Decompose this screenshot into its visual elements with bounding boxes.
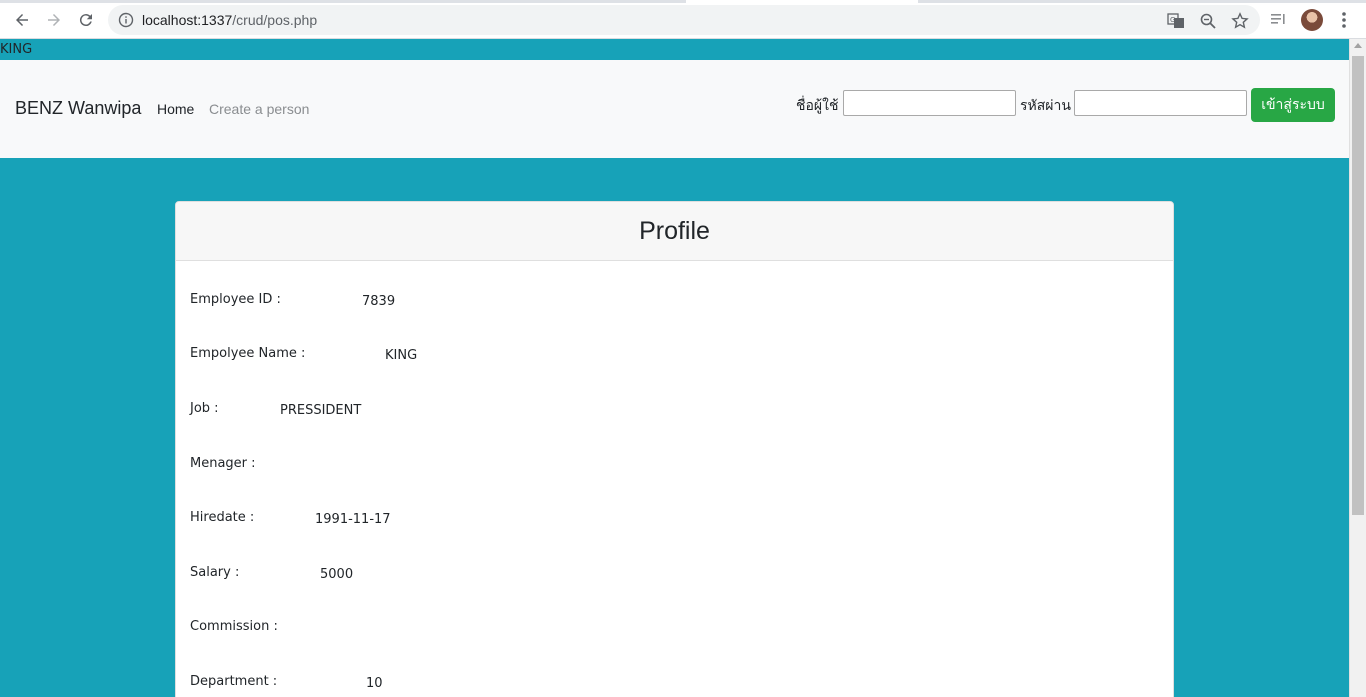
scroll-up-icon[interactable] xyxy=(1354,43,1362,48)
top-username-text: KING xyxy=(0,42,33,57)
page-content: KING BENZ Wanwipa Home Create a person ช… xyxy=(0,39,1349,697)
job-label: Job : xyxy=(190,401,219,416)
url-path: /crud/pos.php xyxy=(232,12,318,28)
url-text[interactable]: localhost:1337/crud/pos.php xyxy=(142,12,317,28)
translate-icon[interactable]: G xyxy=(1167,12,1185,30)
browser-toolbar: localhost:1337/crud/pos.php G xyxy=(0,0,1366,39)
profile-title: Profile xyxy=(639,216,710,245)
info-icon[interactable] xyxy=(118,12,134,28)
salary-value: 5000 xyxy=(320,567,354,582)
url-host: localhost:1337 xyxy=(142,12,233,28)
job-value: PRESSIDENT xyxy=(280,403,362,418)
back-icon[interactable] xyxy=(10,8,34,32)
username-label: ชื่อผู้ใช้ xyxy=(796,98,839,114)
hiredate-value: 1991-11-17 xyxy=(315,512,391,527)
profile-card: Profile Employee ID : 7839 Empolyee Name… xyxy=(175,201,1174,697)
svg-text:G: G xyxy=(1170,16,1175,24)
hiredate-label: Hiredate : xyxy=(190,510,255,525)
vertical-scrollbar[interactable] xyxy=(1349,39,1366,697)
employee-name-label: Empolyee Name : xyxy=(190,346,306,361)
password-input[interactable] xyxy=(1074,90,1247,116)
department-label: Department : xyxy=(190,674,278,689)
bookmark-star-icon[interactable] xyxy=(1231,12,1249,30)
employee-name-value: KING xyxy=(385,348,418,363)
nav-home-link[interactable]: Home xyxy=(157,101,194,117)
password-label: รหัสผ่าน xyxy=(1020,98,1071,114)
forward-icon[interactable] xyxy=(42,8,66,32)
brand-link[interactable]: BENZ Wanwipa xyxy=(15,98,141,119)
navbar: BENZ Wanwipa Home Create a person ชื่อผู… xyxy=(0,60,1349,158)
zoom-icon[interactable] xyxy=(1199,12,1217,30)
manager-label: Menager : xyxy=(190,456,256,471)
tab-strip xyxy=(0,0,1366,3)
commission-label: Commission : xyxy=(190,619,278,634)
login-button[interactable]: เข้าสู่ระบบ xyxy=(1251,88,1335,122)
scrollbar-thumb[interactable] xyxy=(1352,56,1364,515)
username-input[interactable] xyxy=(843,90,1016,116)
address-bar[interactable]: localhost:1337/crud/pos.php G xyxy=(108,5,1260,35)
employee-id-label: Employee ID : xyxy=(190,292,281,307)
employee-id-value: 7839 xyxy=(362,294,396,309)
department-value: 10 xyxy=(366,676,383,691)
profile-avatar[interactable] xyxy=(1301,9,1323,31)
media-queue-icon[interactable] xyxy=(1270,11,1288,29)
nav-create-person-link[interactable]: Create a person xyxy=(209,101,309,117)
profile-card-header: Profile xyxy=(176,202,1173,261)
reload-icon[interactable] xyxy=(74,8,98,32)
menu-kebab-icon[interactable] xyxy=(1338,10,1350,30)
salary-label: Salary : xyxy=(190,565,240,580)
